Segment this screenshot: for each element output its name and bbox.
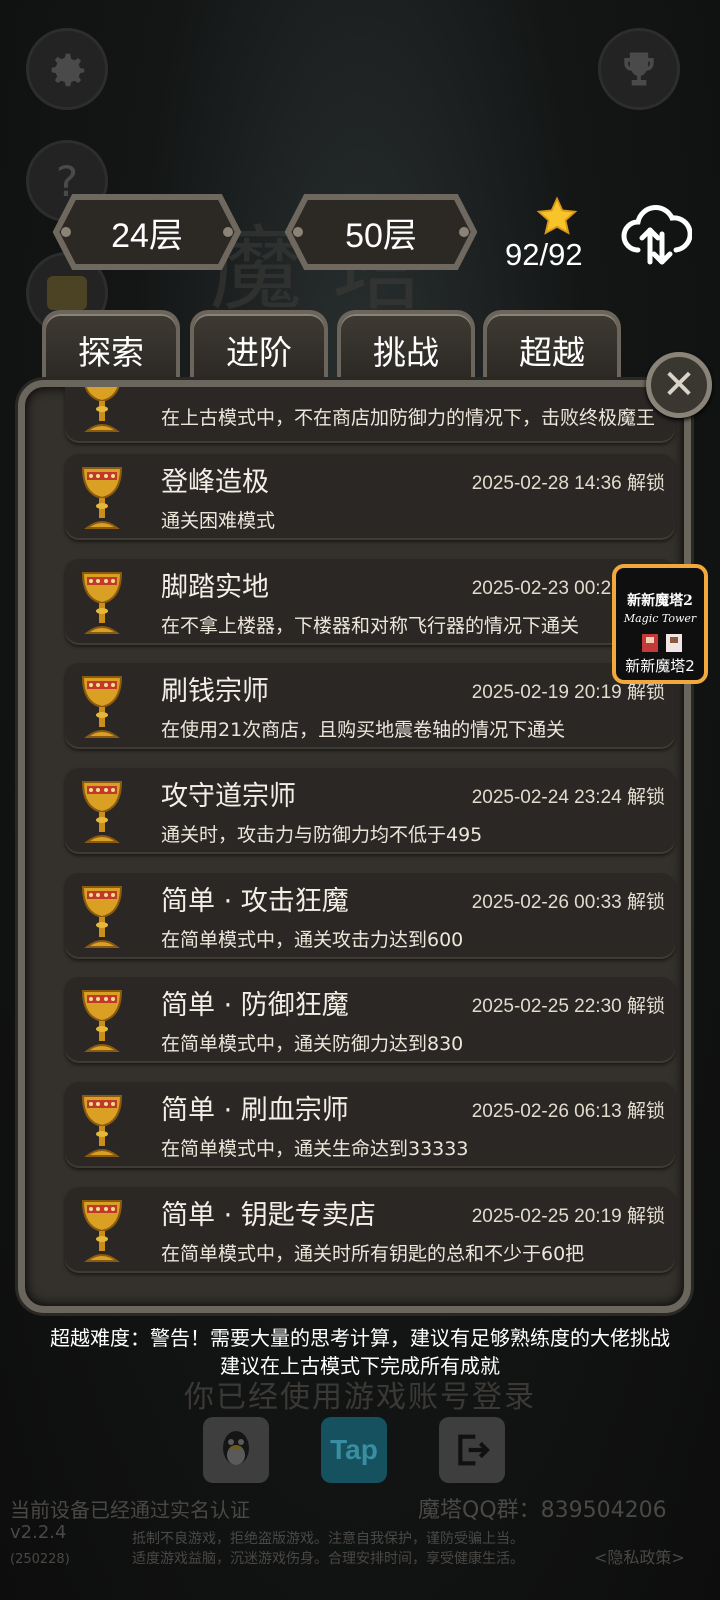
trophy-icon[interactable]	[598, 28, 680, 110]
logout-button[interactable]	[439, 1417, 505, 1483]
current-floor-label: 24层	[111, 216, 183, 255]
achievement-item[interactable]: 攻守道宗师 2025-02-24 23:24 解锁通关时，攻击力与防御力均不低于4…	[65, 768, 675, 854]
achievement-description: 在简单模式中，通关攻击力达到600	[161, 929, 464, 951]
achievement-item[interactable]: 在上古模式中，不在商店加防御力的情况下，击败终极魔王	[65, 387, 675, 443]
realname-status: 当前设备已经通过实名认证	[10, 1498, 250, 1522]
achievement-name: 简单 · 刷血宗师	[161, 1095, 349, 1126]
achievement-unlock-date: 2025-02-26 06:13 解锁	[471, 1101, 665, 1122]
health-notice-2: 适度游戏益脑，沉迷游戏伤身。合理安排时间，享受健康生活。	[132, 1551, 524, 1567]
star-icon	[512, 195, 602, 243]
achievement-name: 登峰造极	[161, 467, 269, 498]
trophy-cup-icon	[79, 778, 125, 846]
taptap-login-button[interactable]: Tap	[321, 1417, 387, 1483]
logout-icon	[458, 1434, 490, 1466]
ad-title: 新新魔塔2	[627, 593, 693, 609]
achievement-description: 在简单模式中，通关生命达到33333	[161, 1138, 469, 1160]
sprite-icon	[642, 634, 682, 652]
achievement-description: 在简单模式中，通关时所有钥匙的总和不少于60把	[161, 1243, 585, 1265]
ad-caption: 新新魔塔2	[625, 657, 695, 675]
achievement-name: 简单 · 防御狂魔	[161, 990, 349, 1021]
achievement-item[interactable]: 简单 · 刷血宗师 2025-02-26 06:13 解锁 在简单模式中，通关生命达…	[65, 1082, 675, 1168]
achievement-unlock-date: 2025-02-26 00:33 解锁	[471, 892, 665, 913]
qq-penguin-icon	[223, 1431, 249, 1465]
star-count: 92/92	[505, 237, 583, 272]
trophy-cup-icon	[79, 464, 125, 532]
achievement-unlock-date: 2025-02-25 20:19 解锁	[471, 1206, 665, 1227]
trophy-cup-icon	[79, 1197, 125, 1265]
achievement-name: 脚踏实地	[161, 572, 269, 603]
settings-gear-icon[interactable]	[26, 28, 108, 110]
current-floor-tag: 24层	[52, 193, 242, 271]
achievement-unlock-date: 2025-02-25 22:30 解锁	[471, 996, 665, 1017]
close-button[interactable]: ✕	[646, 352, 712, 418]
trophy-cup-icon	[79, 883, 125, 951]
health-notice-1: 抵制不良游戏，拒绝盗版游戏。注意自我保护，谨防受骗上当。	[132, 1531, 524, 1547]
achievement-unlock-date: 2025-02-24 23:24 解锁	[471, 787, 665, 808]
achievement-name: 刷钱宗师	[161, 676, 269, 707]
warning-line-2: 建议在上古模式下完成所有成就	[220, 1354, 500, 1378]
achievement-panel[interactable]: 在上古模式中，不在商店加防御力的情况下，击败终极魔王登峰造极 2025-02-28…	[18, 380, 691, 1313]
achievement-description: 在不拿上楼器，下楼器和对称飞行器的情况下通关	[161, 615, 580, 637]
achievement-name: 简单 · 钥匙专卖店	[161, 1200, 376, 1231]
qq-login-button[interactable]	[203, 1417, 269, 1483]
achievement-item[interactable]: 脚踏实地 2025-02-23 00:26 解锁 在不拿上楼器，下楼器和对称飞行器的…	[65, 559, 675, 645]
tab-challenge[interactable]: 挑战	[337, 310, 475, 386]
achievement-name: 攻守道宗师	[161, 781, 296, 812]
trophy-cup-icon	[79, 569, 125, 637]
max-floor-label: 50层	[345, 216, 417, 255]
build-label: (250228)	[10, 1552, 70, 1567]
achievement-item[interactable]: 简单 · 钥匙专卖店 2025-02-25 20:19 解锁在简单模式中，通关时所…	[65, 1187, 675, 1273]
achievement-description: 在简单模式中，通关防御力达到830	[161, 1033, 464, 1055]
game-ad-badge[interactable]: 新新魔塔2 Magic Tower 新新魔塔2	[612, 564, 708, 684]
close-icon: ✕	[662, 362, 696, 408]
tab-transcend[interactable]: 超越	[483, 310, 621, 386]
version-label: v2.2.4	[10, 1522, 67, 1543]
achievement-description: 在上古模式中，不在商店加防御力的情况下，击败终极魔王	[161, 407, 656, 429]
trophy-cup-icon	[79, 673, 125, 741]
achievement-description: 通关时，攻击力与防御力均不低于495	[161, 824, 483, 846]
achievement-item[interactable]: 简单 · 攻击狂魔 2025-02-26 00:33 解锁 在简单模式中，通关攻击力…	[65, 873, 675, 959]
trophy-cup-icon	[79, 387, 125, 435]
achievement-description: 在使用21次商店，且购买地震卷轴的情况下通关	[161, 719, 566, 741]
achievement-unlock-date: 2025-02-28 14:36 解锁	[471, 473, 665, 494]
warning-line-1: 超越难度：警告！需要大量的思考计算，建议有足够熟练度的大佬挑战	[50, 1326, 670, 1350]
achievement-item[interactable]: 简单 · 防御狂魔 2025-02-25 22:30 解锁 在简单模式中，通关防御力…	[65, 977, 675, 1063]
tab-explore[interactable]: 探索	[42, 310, 180, 386]
cloud-sync-icon[interactable]	[618, 200, 693, 270]
achievement-description: 通关困难模式	[161, 510, 276, 532]
achievement-name: 简单 · 攻击狂魔	[161, 886, 349, 917]
privacy-policy-link[interactable]: <隐私政策>	[594, 1544, 685, 1568]
qq-group-info: 魔塔QQ群：839504206	[418, 1498, 667, 1523]
achievement-item[interactable]: 登峰造极 2025-02-28 14:36 解锁通关困难模式	[65, 454, 675, 540]
tab-advanced[interactable]: 进阶	[190, 310, 328, 386]
max-floor-tag: 50层	[284, 193, 478, 271]
achievement-item[interactable]: 刷钱宗师 2025-02-19 20:19 解锁 在使用21次商店，且购买地震卷轴的…	[65, 663, 675, 749]
ad-subtitle: Magic Tower	[623, 612, 697, 625]
trophy-cup-icon	[79, 1092, 125, 1160]
trophy-cup-icon	[79, 987, 125, 1055]
